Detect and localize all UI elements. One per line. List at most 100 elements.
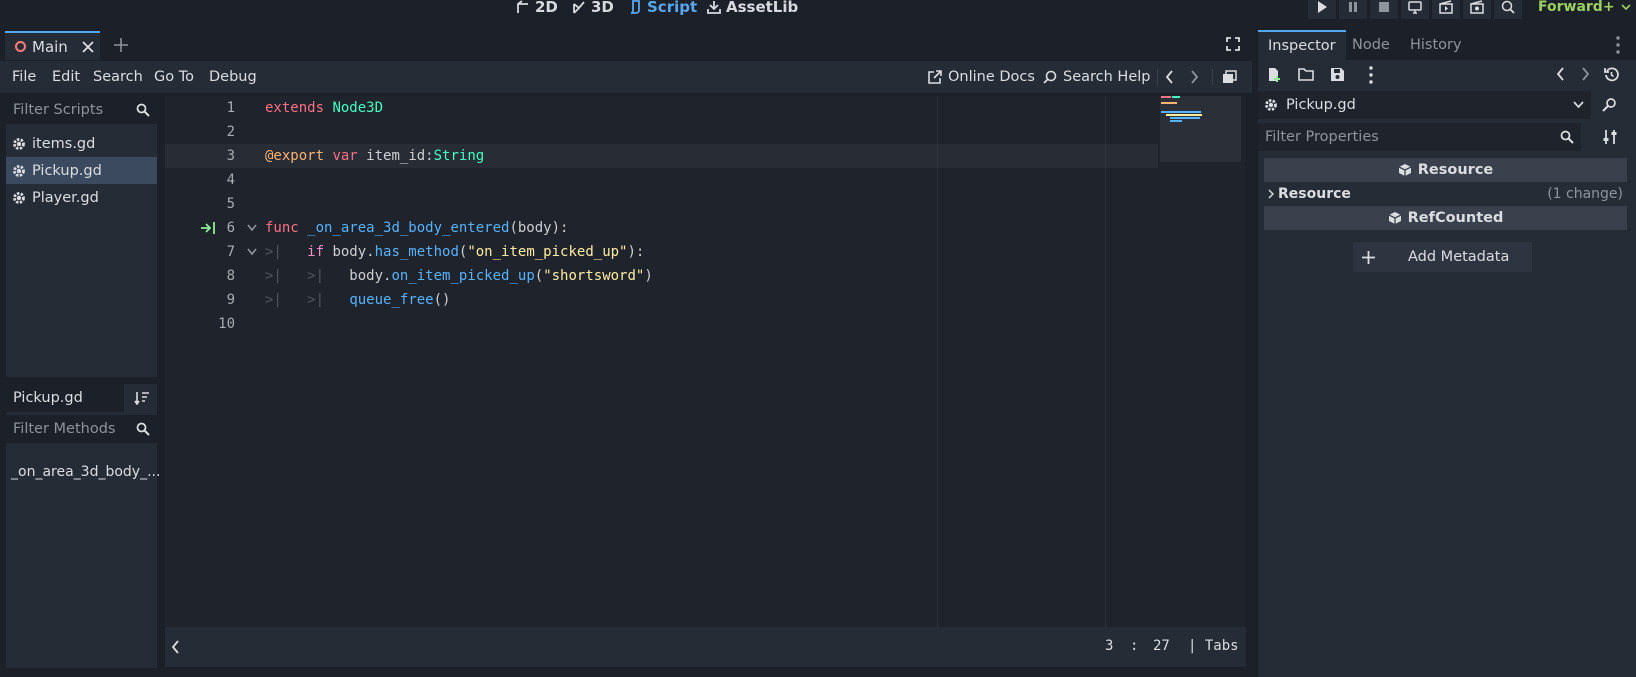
dock-menu-icon[interactable] (1616, 36, 1620, 54)
play-scene-button[interactable] (1432, 0, 1460, 19)
plus-icon (1361, 250, 1376, 265)
script-item-pickup[interactable]: Pickup.gd (6, 157, 157, 184)
history-back-icon[interactable] (1165, 70, 1175, 84)
object-history-icon[interactable] (1604, 67, 1619, 82)
code-text: >| >| queue_free() (265, 292, 451, 308)
filter-methods-input[interactable]: Filter Methods (6, 415, 157, 443)
menu-debug[interactable]: Debug (209, 61, 257, 93)
script-list-panel: Filter Scripts items.gd Pickup.gd Player… (6, 96, 157, 377)
toggle-scripts-panel-icon[interactable] (171, 640, 181, 654)
tab-main[interactable]: Main (5, 31, 100, 60)
section-resource-label: Resource (1417, 162, 1494, 178)
script-item-label: Player.gd (32, 189, 99, 206)
code-minimap[interactable] (1160, 96, 1241, 162)
cursor-column: 27 (1153, 638, 1170, 654)
download-icon (707, 0, 721, 14)
search-icon (1560, 130, 1574, 144)
play-button[interactable] (1308, 0, 1336, 19)
editor-status-bar: 3 : 27 | Tabs (165, 627, 1246, 667)
gear-icon (12, 137, 26, 151)
cube-icon (1398, 163, 1412, 177)
cursor-line: 3 (1105, 638, 1114, 654)
code-line: 4 (165, 168, 1246, 192)
workspace-3d-button[interactable]: 3D (572, 0, 614, 19)
doc-icon[interactable] (1602, 97, 1618, 113)
code-editor[interactable]: 1 extends Node3D 2 3 @export var item_id… (165, 96, 1246, 627)
gear-icon (12, 191, 26, 205)
cube-icon (1388, 211, 1402, 225)
code-line: 1 extends Node3D (165, 96, 1246, 120)
menu-file[interactable]: File (12, 61, 36, 93)
current-script-label: Pickup.gd (13, 390, 83, 406)
next-object-icon[interactable] (1580, 67, 1590, 81)
tab-history[interactable]: History (1410, 30, 1462, 60)
code-text: @export var item_id:String (265, 148, 485, 164)
online-docs-label: Online Docs (948, 69, 1035, 85)
more-options-icon[interactable] (1369, 66, 1373, 84)
group-resource[interactable]: Resource (1 change) (1264, 182, 1627, 206)
workspace-script-button[interactable]: Script (628, 0, 697, 19)
script-item-player[interactable]: Player.gd (6, 184, 157, 211)
section-header-refcounted: RefCounted (1264, 206, 1627, 230)
line-number: 5 (226, 196, 235, 212)
property-tools-icon[interactable] (1602, 129, 1618, 145)
tab-inspector[interactable]: Inspector (1258, 30, 1346, 60)
menu-search[interactable]: Search (93, 61, 143, 93)
filter-properties-input[interactable]: Filter Properties (1258, 123, 1581, 151)
distraction-free-icon[interactable] (1226, 37, 1240, 51)
indent-mode[interactable]: | Tabs (1188, 638, 1239, 654)
save-icon[interactable] (1330, 67, 1345, 82)
section-header-resource: Resource (1264, 158, 1627, 182)
script-item-items[interactable]: items.gd (6, 130, 157, 157)
line-length-guide (1105, 96, 1106, 627)
online-docs-button[interactable]: Online Docs (928, 61, 1035, 93)
menu-goto[interactable]: Go To (154, 61, 194, 93)
3d-icon (572, 0, 586, 14)
external-link-icon (928, 70, 942, 84)
code-line: 7 >| if body.has_method("on_item_picked_… (165, 240, 1246, 264)
search-icon (136, 103, 150, 117)
remote-icon (1408, 0, 1422, 14)
stop-button[interactable] (1370, 0, 1398, 19)
search-help-button[interactable]: Search Help (1043, 61, 1150, 93)
line-number: 9 (226, 292, 235, 308)
code-line-current: 3 @export var item_id:String (165, 144, 1158, 168)
movie-maker-button[interactable] (1494, 0, 1522, 19)
make-floating-icon[interactable] (1222, 70, 1237, 84)
script-item-label: items.gd (32, 135, 96, 152)
pause-button[interactable] (1339, 0, 1367, 19)
line-number: 4 (226, 172, 235, 188)
remote-debug-button[interactable] (1401, 0, 1429, 19)
chevron-down-icon (1573, 101, 1584, 109)
method-item[interactable]: _on_area_3d_body_... (6, 458, 160, 485)
tab-node[interactable]: Node (1352, 30, 1390, 60)
play-icon (1315, 0, 1329, 14)
code-line: 8 >| >| body.on_item_picked_up("shortswo… (165, 264, 1246, 288)
fold-chevron-icon[interactable] (247, 248, 257, 256)
add-metadata-button[interactable]: Add Metadata (1353, 242, 1532, 272)
menu-edit[interactable]: Edit (52, 61, 80, 93)
filter-scripts-input[interactable]: Filter Scripts (6, 96, 157, 124)
renderer-select[interactable]: Forward+ (1538, 0, 1631, 19)
line-number: 6 (226, 220, 235, 236)
add-tab-icon[interactable] (113, 37, 129, 53)
scene-dot-icon (15, 41, 26, 52)
line-number: 10 (218, 316, 235, 332)
code-text: extends Node3D (265, 100, 384, 116)
previous-object-icon[interactable] (1556, 67, 1566, 81)
sort-icon[interactable] (134, 391, 150, 405)
open-folder-icon[interactable] (1298, 67, 1314, 81)
workspace-2d-button[interactable]: 2D (516, 0, 558, 19)
code-line: 6 func _on_area_3d_body_entered(body): (165, 216, 1246, 240)
resource-selector[interactable]: Pickup.gd (1258, 91, 1591, 119)
play-custom-scene-button[interactable] (1463, 0, 1491, 19)
line-number: 7 (226, 244, 235, 260)
script-icon (628, 0, 642, 14)
close-icon[interactable] (82, 40, 94, 53)
fold-chevron-icon[interactable] (247, 224, 257, 232)
workspace-assetlib-button[interactable]: AssetLib (707, 0, 798, 19)
filter-properties-placeholder: Filter Properties (1265, 129, 1379, 145)
new-resource-icon[interactable] (1267, 67, 1282, 82)
history-forward-icon[interactable] (1189, 70, 1199, 84)
current-script-field: Pickup.gd (6, 384, 124, 412)
